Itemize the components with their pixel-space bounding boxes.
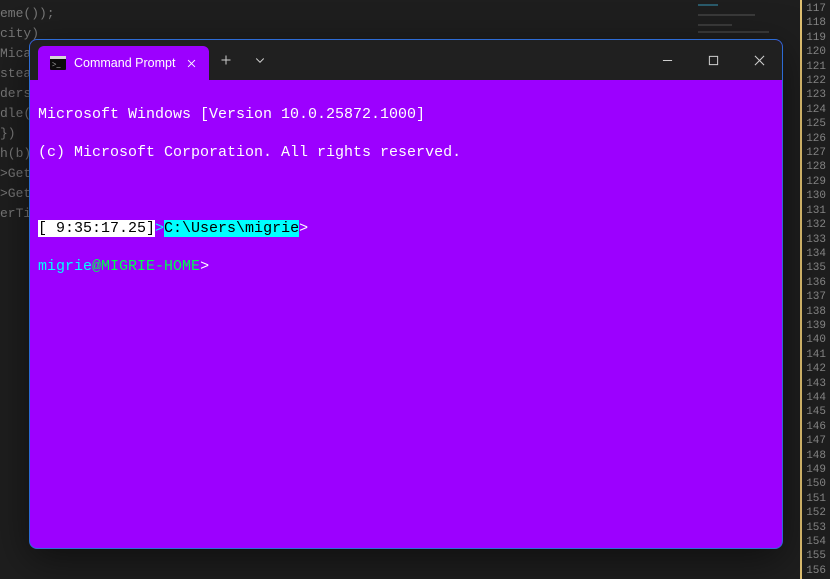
prompt-sep-2: > <box>299 220 308 237</box>
tab-command-prompt[interactable]: >_ Command Prompt <box>38 46 209 80</box>
titlebar-drag-region[interactable] <box>277 40 644 80</box>
banner-line-2: (c) Microsoft Corporation. All rights re… <box>38 144 461 161</box>
tab-dropdown-button[interactable] <box>243 40 277 80</box>
background-line-gutter: 1171181191201211221231241251261271281291… <box>800 0 830 579</box>
terminal-window: >_ Command Prompt Microsoft Windows [Ver… <box>29 39 783 549</box>
minimize-button[interactable] <box>644 40 690 80</box>
prompt-user: migrie <box>38 258 92 275</box>
tab-title: Command Prompt <box>74 56 175 70</box>
prompt-sep-1: > <box>155 220 164 237</box>
titlebar[interactable]: >_ Command Prompt <box>30 40 782 80</box>
prompt-cwd: C:\Users\migrie <box>164 220 299 237</box>
terminal-content[interactable]: Microsoft Windows [Version 10.0.25872.10… <box>30 80 782 548</box>
prompt-timestamp: [ 9:35:17.25] <box>38 220 155 237</box>
command-prompt-icon: >_ <box>50 55 66 71</box>
maximize-button[interactable] <box>690 40 736 80</box>
tab-close-button[interactable] <box>183 55 199 71</box>
close-window-button[interactable] <box>736 40 782 80</box>
prompt-host: MIGRIE-HOME <box>101 258 200 275</box>
prompt-at: @ <box>92 258 101 275</box>
svg-text:>_: >_ <box>52 60 62 69</box>
banner-line-1: Microsoft Windows [Version 10.0.25872.10… <box>38 106 425 123</box>
new-tab-button[interactable] <box>209 40 243 80</box>
prompt-final-gt: > <box>200 258 209 275</box>
